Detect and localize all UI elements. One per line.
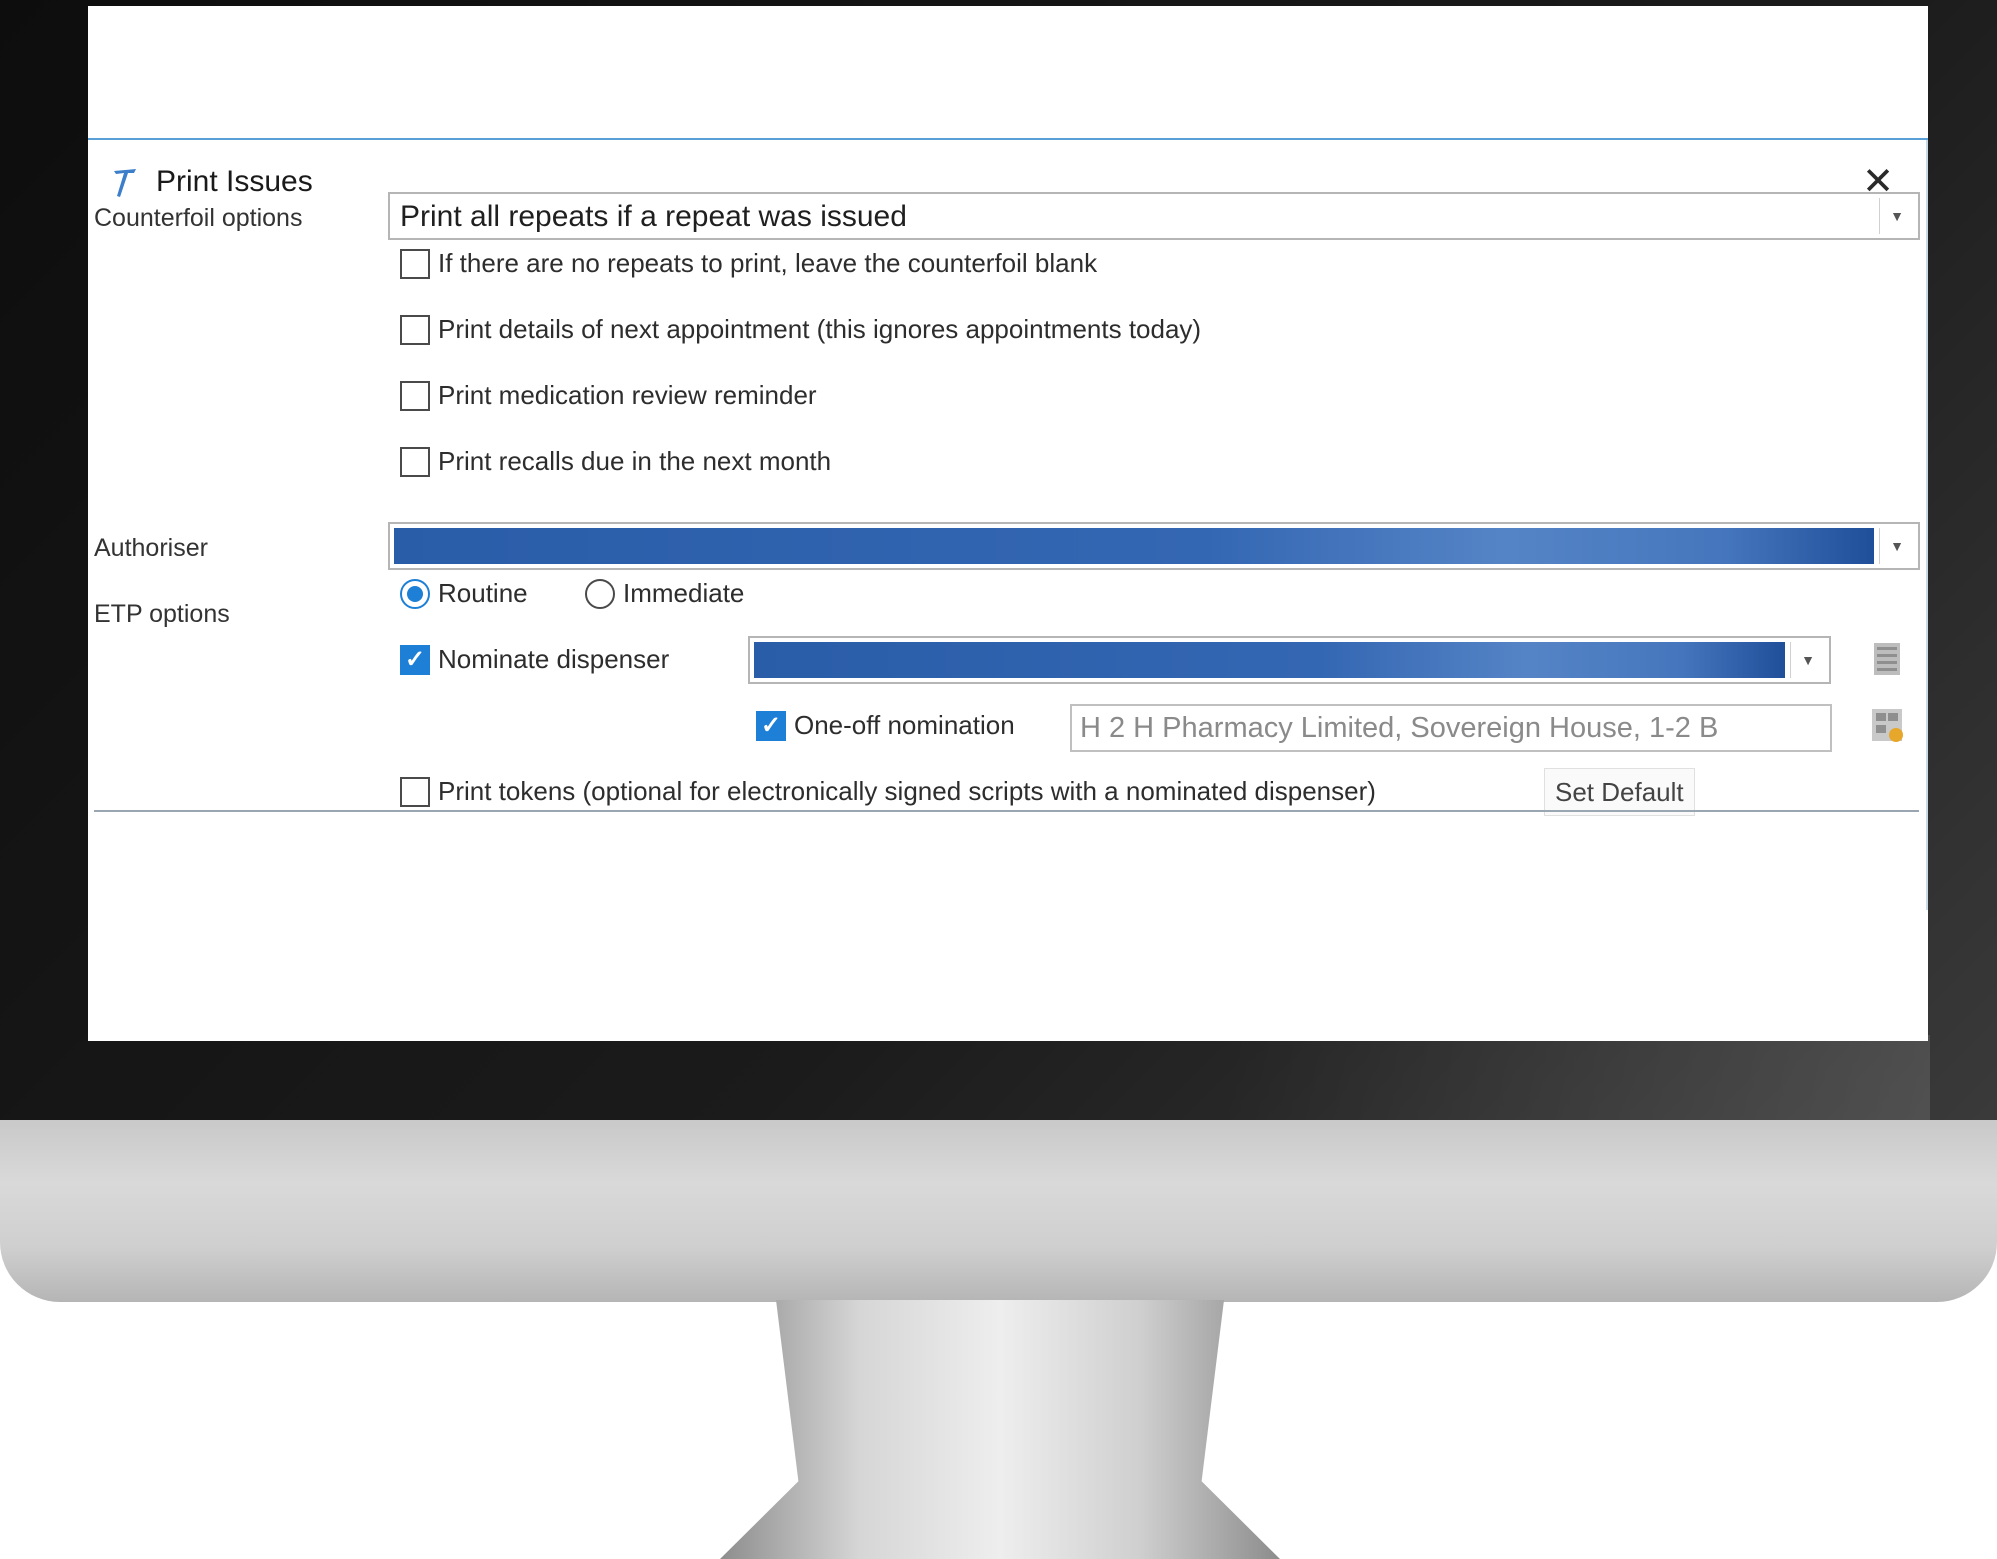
- print-tokens-label: Print tokens (optional for electronicall…: [438, 776, 1376, 806]
- dispenser-redacted-value: [754, 642, 1785, 678]
- dialog-right-border: [1926, 140, 1928, 910]
- chevron-down-icon[interactable]: ▼: [1879, 528, 1914, 564]
- one-off-nomination-label: One-off nomination: [794, 710, 1015, 740]
- authoriser-redacted-value: [394, 528, 1874, 564]
- desktop-monitor-mockup: Print Issues ✕ Counterfoil options Print…: [0, 0, 1997, 1559]
- medication-review-label: Print medication review reminder: [438, 380, 817, 410]
- one-off-nomination-checkbox[interactable]: ✓: [756, 710, 786, 741]
- etp-options-label: ETP options: [94, 600, 230, 628]
- next-appointment-checkbox[interactable]: [400, 314, 430, 345]
- immediate-label: Immediate: [623, 578, 745, 608]
- dialog-divider: [94, 810, 1919, 812]
- checkbox-row-one-off-nomination[interactable]: ✓ One-off nomination: [756, 710, 1015, 741]
- next-appointment-label: Print details of next appointment (this …: [438, 314, 1202, 344]
- leave-blank-label: If there are no repeats to print, leave …: [438, 248, 1098, 278]
- pharmacy-map-icon[interactable]: [1868, 703, 1908, 747]
- pharmacy-lookup-icon[interactable]: [1868, 637, 1908, 681]
- radio-row-immediate[interactable]: Immediate: [585, 578, 744, 609]
- app-logo-icon: [114, 169, 136, 197]
- routine-label: Routine: [438, 578, 528, 608]
- dialog-title-bar: Print Issues: [110, 162, 313, 202]
- recalls-due-checkbox[interactable]: [400, 446, 430, 477]
- dialog-title: Print Issues: [156, 165, 313, 198]
- monitor-bezel: Print Issues ✕ Counterfoil options Print…: [0, 0, 1997, 1125]
- counterfoil-selected-value: Print all repeats if a repeat was issued: [400, 200, 907, 233]
- counterfoil-options-label: Counterfoil options: [94, 204, 303, 232]
- nominate-dispenser-label: Nominate dispenser: [438, 644, 670, 674]
- monitor-chin: [0, 1120, 1997, 1302]
- chevron-down-icon[interactable]: ▼: [1790, 642, 1825, 678]
- authoriser-select[interactable]: ▼: [388, 522, 1920, 570]
- leave-blank-checkbox[interactable]: [400, 248, 430, 279]
- immediate-radio[interactable]: [585, 578, 615, 609]
- checkbox-row-leave-counterfoil-blank[interactable]: If there are no repeats to print, leave …: [400, 248, 1097, 279]
- recalls-due-label: Print recalls due in the next month: [438, 446, 832, 476]
- routine-radio[interactable]: [400, 578, 430, 609]
- one-off-pharmacy-field[interactable]: H 2 H Pharmacy Limited, Sovereign House,…: [1070, 704, 1832, 752]
- counterfoil-options-select[interactable]: Print all repeats if a repeat was issued…: [388, 192, 1920, 240]
- checkbox-row-medication-review[interactable]: Print medication review reminder: [400, 380, 817, 411]
- checkbox-row-print-tokens[interactable]: Print tokens (optional for electronicall…: [400, 776, 1376, 807]
- nominate-dispenser-checkbox[interactable]: ✓: [400, 644, 430, 675]
- print-issues-dialog: Print Issues ✕ Counterfoil options Print…: [88, 140, 1928, 910]
- dispenser-select[interactable]: ▼: [748, 636, 1831, 684]
- print-tokens-checkbox[interactable]: [400, 776, 430, 807]
- checkbox-row-recalls-due[interactable]: Print recalls due in the next month: [400, 446, 831, 477]
- set-default-button[interactable]: Set Default: [1544, 768, 1695, 816]
- window-header-area: [88, 6, 1928, 140]
- chevron-down-icon[interactable]: ▼: [1879, 198, 1914, 234]
- screen-glare: [1230, 1035, 1930, 1125]
- radio-row-routine[interactable]: Routine: [400, 578, 528, 609]
- authoriser-label: Authoriser: [94, 534, 208, 562]
- medication-review-checkbox[interactable]: [400, 380, 430, 411]
- monitor-stand: [720, 1300, 1280, 1559]
- checkbox-row-nominate-dispenser[interactable]: ✓ Nominate dispenser: [400, 644, 669, 675]
- monitor-screen: Print Issues ✕ Counterfoil options Print…: [88, 6, 1928, 1041]
- checkbox-row-next-appointment[interactable]: Print details of next appointment (this …: [400, 314, 1201, 345]
